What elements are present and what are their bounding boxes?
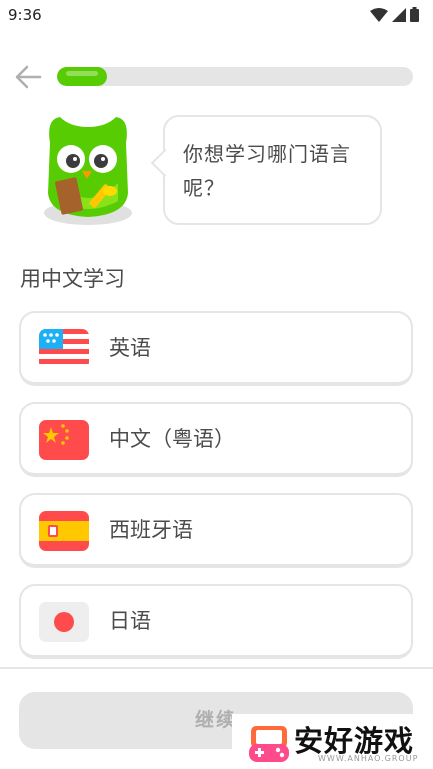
owl-mascot-icon [44, 117, 132, 225]
progress-bar [57, 67, 413, 86]
language-option-english[interactable]: 英语 [19, 311, 413, 386]
status-icons [370, 7, 419, 22]
back-button[interactable] [14, 64, 42, 90]
china-flag-icon [39, 420, 89, 460]
language-option-japanese[interactable]: 日语 [19, 584, 413, 659]
language-label: 西班牙语 [109, 518, 193, 542]
language-label: 日语 [109, 609, 151, 633]
japan-flag-icon [39, 602, 89, 642]
language-option-cantonese[interactable]: 中文（粤语） [19, 402, 413, 477]
section-title: 用中文学习 [20, 267, 125, 291]
owl-mascot [40, 113, 136, 227]
watermark: 安好游戏 WWW.ANHAO.GROUP [232, 714, 433, 769]
gamepad-logo-icon [249, 726, 289, 762]
usa-flag-icon [39, 329, 89, 369]
footer-divider [0, 667, 433, 669]
signal-icon [392, 7, 406, 22]
speech-bubble-tail [150, 148, 180, 178]
language-label: 中文（粤语） [109, 427, 235, 451]
speech-bubble-text: 你想学习哪门语言呢？ [183, 142, 351, 200]
wifi-icon [370, 7, 388, 22]
arrow-left-icon [15, 65, 42, 89]
language-label: 英语 [109, 336, 151, 360]
progress-fill [57, 67, 107, 86]
battery-icon [410, 7, 419, 22]
language-option-spanish[interactable]: 西班牙语 [19, 493, 413, 568]
status-bar: 9:36 [0, 0, 433, 30]
watermark-subtext: WWW.ANHAO.GROUP [318, 754, 419, 763]
status-time: 9:36 [8, 6, 42, 24]
spain-flag-icon [39, 511, 89, 551]
speech-bubble: 你想学习哪门语言呢？ [150, 115, 382, 225]
